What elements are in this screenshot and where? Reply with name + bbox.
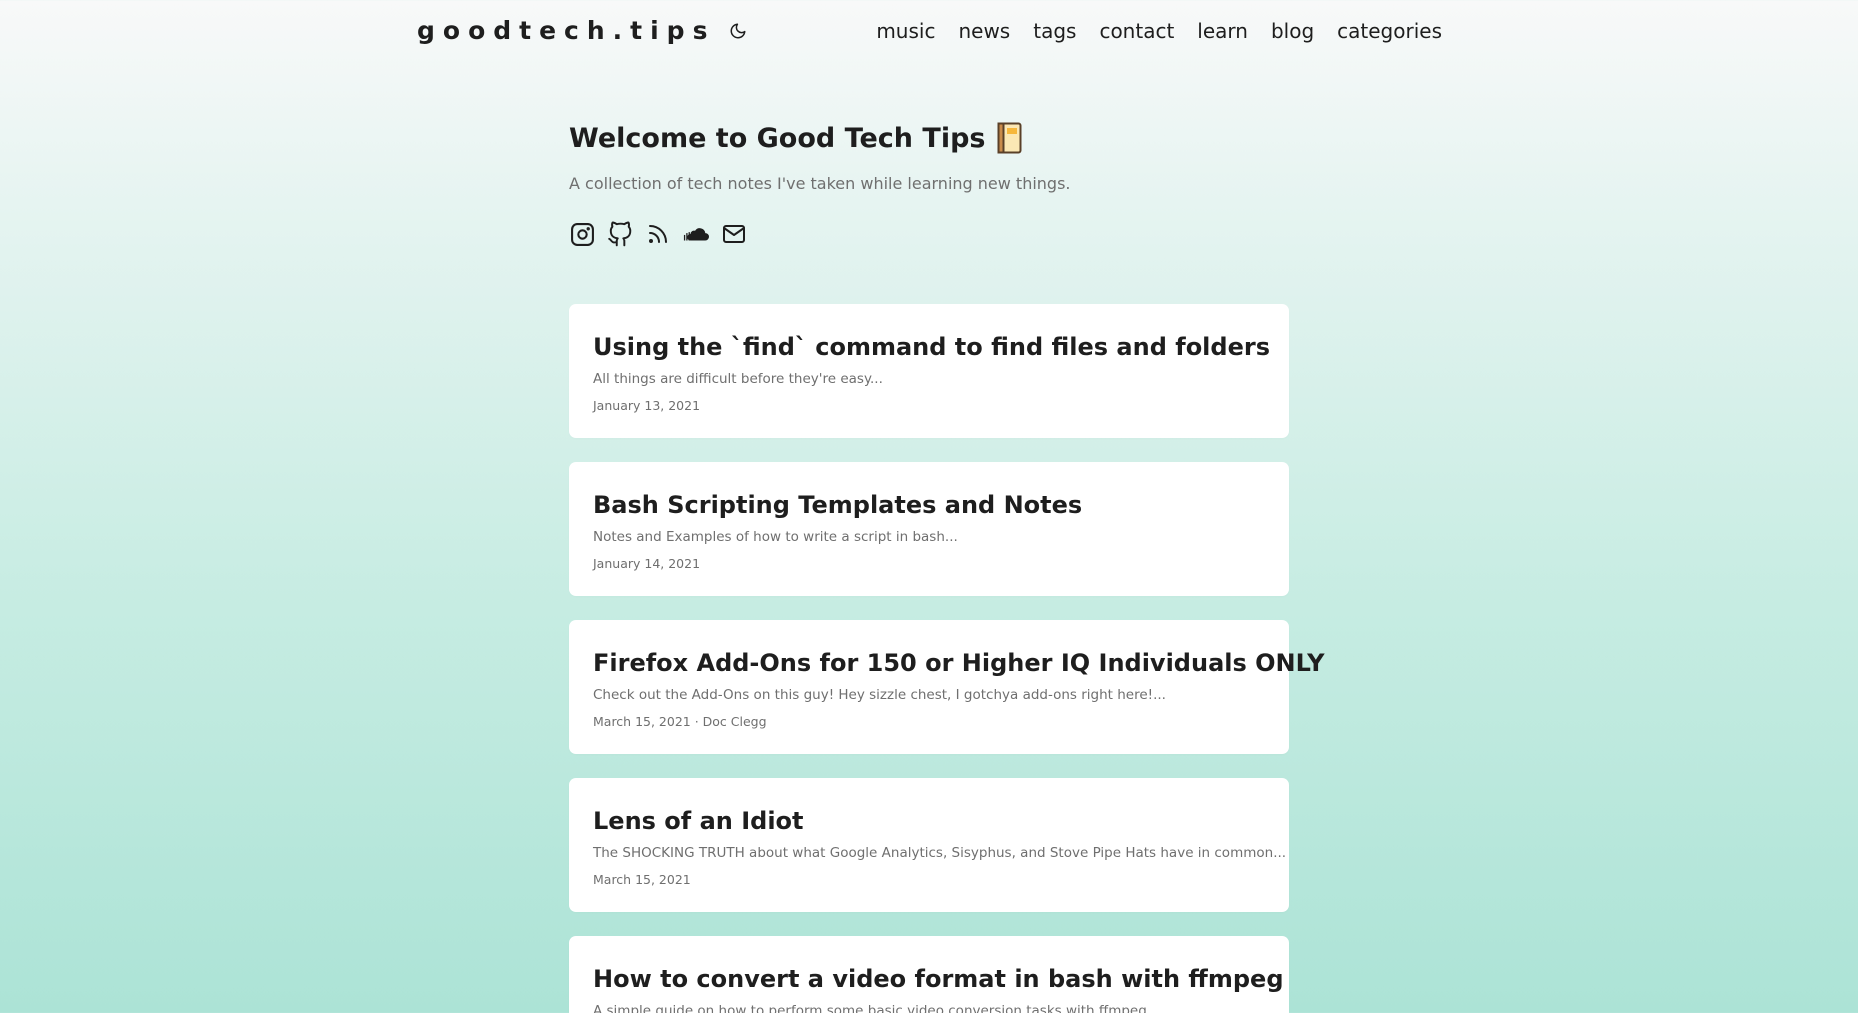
post-title[interactable]: Using the `find` command to find files a… — [593, 330, 1270, 364]
site-logo-text: goodtech.tips — [417, 16, 716, 45]
nav-item-news[interactable]: news — [958, 18, 1010, 45]
book-icon — [997, 122, 1022, 154]
post-card[interactable]: Lens of an Idiot The SHOCKING TRUTH abou… — [569, 778, 1289, 912]
nav-item-tags[interactable]: tags — [1033, 18, 1076, 45]
post-title[interactable]: How to convert a video format in bash wi… — [593, 962, 1284, 996]
nav-item-categories[interactable]: categories — [1337, 18, 1442, 45]
page-subtitle: A collection of tech notes I've taken wh… — [569, 174, 1071, 193]
page-title-text: Welcome to Good Tech Tips — [569, 122, 986, 154]
post-meta: March 15, 2021 · Doc Clegg — [593, 714, 767, 729]
post-summary: Notes and Examples of how to write a scr… — [593, 529, 958, 545]
page-title: Welcome to Good Tech Tips — [569, 122, 1022, 154]
instagram-icon[interactable] — [569, 220, 595, 248]
post-card[interactable]: How to convert a video format in bash wi… — [569, 936, 1289, 1013]
social-links — [569, 220, 747, 248]
rss-icon[interactable] — [645, 220, 671, 248]
post-summary: A simple guide on how to perform some ba… — [593, 1003, 1160, 1013]
post-title[interactable]: Bash Scripting Templates and Notes — [593, 488, 1265, 522]
nav-item-learn[interactable]: learn — [1197, 18, 1248, 45]
post-meta: January 13, 2021 — [593, 398, 701, 413]
nav-item-contact[interactable]: contact — [1099, 18, 1174, 45]
post-card[interactable]: Using the `find` command to find files a… — [569, 304, 1289, 438]
nav-item-music[interactable]: music — [876, 18, 935, 45]
site-header: goodtech.tips music news tags contact le… — [0, 0, 1858, 64]
post-summary: All things are difficult before they're … — [593, 371, 883, 387]
post-title[interactable]: Firefox Add-Ons for 150 or Higher IQ Ind… — [593, 646, 1325, 680]
moon-icon[interactable] — [729, 22, 747, 40]
post-title[interactable]: Lens of an Idiot — [593, 804, 1265, 838]
post-meta: January 14, 2021 — [593, 556, 701, 571]
email-icon[interactable] — [721, 220, 747, 248]
post-card[interactable]: Firefox Add-Ons for 150 or Higher IQ Ind… — [569, 620, 1325, 754]
github-icon[interactable] — [607, 220, 633, 248]
post-meta: March 15, 2021 — [593, 872, 691, 887]
site-logo[interactable]: goodtech.tips — [417, 16, 747, 45]
post-card[interactable]: Bash Scripting Templates and Notes Notes… — [569, 462, 1289, 596]
nav-item-blog[interactable]: blog — [1271, 18, 1314, 45]
soundcloud-icon[interactable] — [683, 220, 709, 248]
post-summary: Check out the Add-Ons on this guy! Hey s… — [593, 687, 1166, 703]
post-summary: The SHOCKING TRUTH about what Google Ana… — [593, 845, 1287, 861]
main-nav: music news tags contact learn blog categ… — [853, 18, 1442, 45]
